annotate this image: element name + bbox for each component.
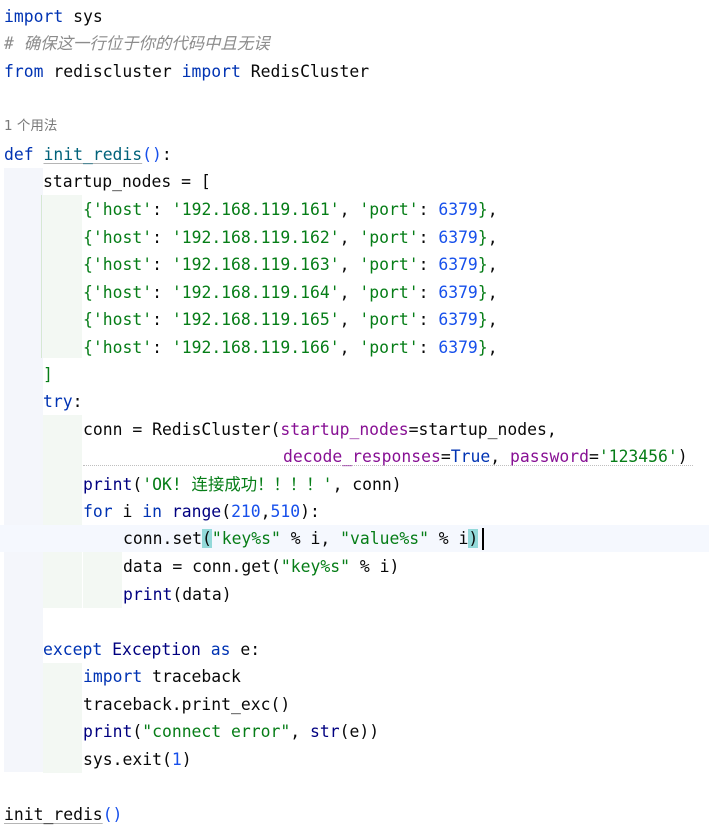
- indent-guide-level2-except: [43, 663, 82, 773]
- host-entry-line[interactable]: {'host': '192.168.119.163', 'port': 6379…: [83, 251, 498, 278]
- host-entry-line[interactable]: {'host': '192.168.119.164', 'port': 6379…: [83, 279, 498, 306]
- code-line-for[interactable]: for i in range(210,510):: [83, 498, 320, 525]
- code-line-conn-set[interactable]: conn.set("key%s" % i, "value%s" % i): [123, 525, 479, 552]
- code-line-startup-nodes[interactable]: startup_nodes = [: [43, 168, 211, 195]
- host-entry-line[interactable]: {'host': '192.168.119.162', 'port': 6379…: [83, 224, 498, 251]
- usage-hint[interactable]: 1 个用法: [4, 113, 57, 140]
- code-line-try[interactable]: try:: [43, 388, 82, 415]
- host-entry-line[interactable]: {'host': '192.168.119.161', 'port': 6379…: [83, 196, 498, 223]
- code-line-print-data[interactable]: print(data): [123, 581, 232, 608]
- code-line-print-error[interactable]: print("connect error", str(e)): [83, 718, 379, 745]
- host-entry-line[interactable]: {'host': '192.168.119.166', 'port': 6379…: [83, 334, 498, 361]
- indent-guide-level2-try: [43, 415, 82, 608]
- matched-paren-open: (: [201, 529, 212, 548]
- code-line-1[interactable]: import sys: [4, 3, 103, 30]
- code-line-print-ok[interactable]: print('OK! 连接成功！！！！', conn): [83, 471, 402, 498]
- code-line-close-bracket[interactable]: ]: [43, 361, 53, 388]
- matched-paren-close: ): [468, 529, 479, 548]
- host-entry-line[interactable]: {'host': '192.168.119.165', 'port': 6379…: [83, 306, 498, 333]
- code-line-2-comment[interactable]: # 确保这一行位于你的代码中且无误: [4, 30, 270, 57]
- code-line-data-get[interactable]: data = conn.get("key%s" % i): [123, 553, 399, 580]
- code-line-conn-continued[interactable]: decode_responses=True, password='123456'…: [283, 443, 688, 470]
- code-line-3[interactable]: from rediscluster import RedisCluster: [4, 58, 369, 85]
- code-line-def[interactable]: def init_redis():: [4, 141, 172, 168]
- indent-guide-level1: [4, 168, 43, 772]
- indent-line-list: [41, 195, 42, 358]
- code-line-sys-exit[interactable]: sys.exit(1): [83, 746, 192, 773]
- code-line-import-traceback[interactable]: import traceback: [83, 663, 241, 690]
- text-caret: [482, 528, 484, 550]
- indent-guide-level2-list: [43, 195, 82, 358]
- code-line-conn[interactable]: conn = RedisCluster(startup_nodes=startu…: [83, 416, 557, 443]
- code-line-except[interactable]: except Exception as e:: [43, 636, 260, 663]
- code-line-print-exc[interactable]: traceback.print_exc(): [83, 691, 290, 718]
